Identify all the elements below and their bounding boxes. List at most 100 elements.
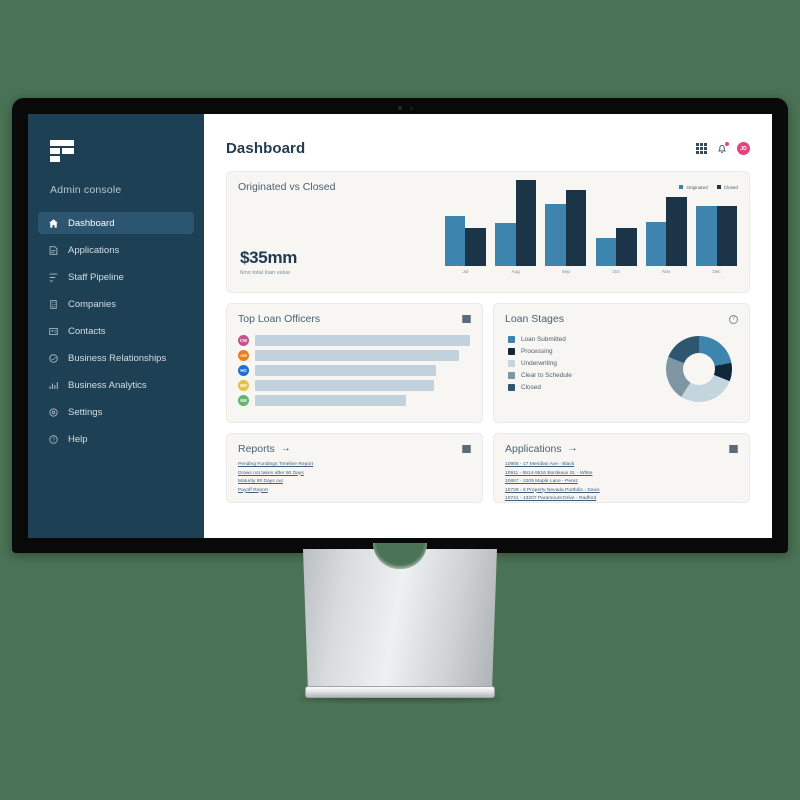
bar-pair [595,180,637,266]
sidebar-item-help[interactable]: ? Help [38,428,194,450]
sidebar-item-contacts[interactable]: Contacts [38,320,194,342]
bar-group: Oct [595,180,637,274]
contact-card-icon [48,326,59,337]
svg-text:?: ? [52,437,55,443]
pipeline-icon [48,272,59,283]
report-link[interactable]: Maturity 90 Days out [238,479,471,484]
list-icon[interactable] [462,315,471,323]
bar-pair [445,180,486,266]
help-circle-icon[interactable]: ? [729,314,738,324]
sidebar-item-label: Help [68,433,88,445]
avatar[interactable]: JD [737,142,750,155]
sidebar-item-label: Business Relationships [68,352,167,364]
reports-title-group[interactable]: Reports → [238,443,291,455]
reports-link-list: Pending Fundings Timeline Report Draws no… [227,455,482,493]
list-icon[interactable] [729,445,738,453]
bar-axis-label: Sep [561,269,570,274]
stage-swatch [508,348,515,355]
card-header: Applications → [494,434,749,455]
sidebar-item-dashboard[interactable]: Dashboard [38,212,194,234]
bar-chart: Jul Aug Sep Oct Nov Dec [445,180,737,274]
bar-closed-sep [565,190,587,266]
sidebar-item-settings[interactable]: Settings [38,401,194,423]
sidebar-item-business-relationships[interactable]: Business Relationships [38,347,194,369]
handshake-icon [48,353,59,364]
main-content: Dashboard JD Originated vs Closed Origin… [204,114,772,538]
stage-label: Loan Submitted [521,336,566,343]
sidebar-item-staff-pipeline[interactable]: Staff Pipeline [38,266,194,288]
application-link[interactable]: 10728 - 6 Property Nevada Portfolio - Da… [505,488,738,493]
card-header: Reports → [227,434,482,455]
bar-originated-sep [545,204,566,266]
sidebar-item-companies[interactable]: Companies [38,293,194,315]
officer-avatar: HO [238,365,249,376]
applications-link-list: 10905 - 17 Meridian Ave - Black 10911 - 5… [494,455,749,501]
card-title: Applications [505,443,562,455]
document-icon [48,245,59,256]
card-title: Reports [238,443,275,455]
hero-metric: $35mm 6mo total loan value [240,248,297,276]
officer-avatar: AM [238,350,249,361]
list-icon[interactable] [462,445,471,453]
officer-row[interactable]: EM [238,395,470,406]
officer-row[interactable]: BM [238,380,470,391]
officer-volume-bar [255,395,406,406]
reports-card: Reports → Pending Fundings Timeline Repo… [226,433,483,503]
application-link[interactable]: 10911 - 5514-5516 Bordeaux St. - White [505,471,738,476]
bar-axis-label: Oct [612,269,620,274]
stage-label: Clear to Schedule [521,372,572,379]
stage-legend-item: Processing [508,348,654,355]
sidebar-item-label: Companies [68,298,117,310]
report-link[interactable]: Payoff Report [238,488,471,493]
monitor-base [305,686,495,698]
bell-icon[interactable] [716,142,729,155]
bar-group: Aug [495,180,537,274]
stage-swatch [508,384,515,391]
sidebar-item-applications[interactable]: Applications [38,239,194,261]
sidebar-item-label: Dashboard [68,217,115,229]
sidebar-item-business-analytics[interactable]: Business Analytics [38,374,194,396]
stage-legend-item: Underwriting [508,360,654,367]
webcam-icon [398,106,402,110]
applications-card: Applications → 10905 - 17 Meridian Ave -… [493,433,750,503]
sidebar-item-label: Staff Pipeline [68,271,124,283]
application-link[interactable]: 10741 - 13207 Paramount Drive - Radford [505,496,738,501]
donut-hole [683,353,715,385]
officer-row[interactable]: AM [238,350,470,361]
sidebar: Admin console Dashboard Applications Sta… [28,114,204,538]
page-title: Dashboard [226,140,306,157]
applications-title-group[interactable]: Applications → [505,443,578,455]
loan-stages-card: Loan Stages ? Loan Submitted Processing Un… [493,303,750,423]
stage-swatch [508,336,515,343]
bar-group: Dec [696,180,737,274]
bar-axis-label: Nov [662,269,671,274]
stage-swatch [508,360,515,367]
brand-logo-icon[interactable] [50,140,74,162]
application-link[interactable]: 10657 - 2209 Maple Lane - Perez [505,479,738,484]
stages-legend: Loan Submitted Processing Underwriting Clea… [508,336,654,402]
report-link[interactable]: Pending Fundings Timeline Report [238,462,471,467]
officer-avatar: EM [238,395,249,406]
officer-volume-bar [255,350,460,361]
row-three: Reports → Pending Fundings Timeline Repo… [226,433,750,503]
sidebar-item-label: Applications [68,244,120,256]
bar-group: Sep [545,180,587,274]
stage-legend-item: Loan Submitted [508,336,654,343]
bar-closed-dec [716,205,737,266]
apps-grid-icon[interactable] [696,143,707,154]
analytics-icon [48,380,59,391]
bar-originated-aug [495,223,516,266]
console-label: Admin console [50,184,122,196]
officer-volume-bar [255,380,434,391]
officer-row[interactable]: CW [238,335,470,346]
bar-pair [645,180,687,266]
report-link[interactable]: Draws not taken after 90 Days [238,471,471,476]
officer-row[interactable]: HO [238,365,470,376]
officer-volume-bar [255,335,470,346]
building-icon [48,299,59,310]
application-link[interactable]: 10905 - 17 Meridian Ave - Black [505,462,738,467]
bar-pair [696,180,737,266]
card-header: Top Loan Officers [227,304,482,325]
arrow-right-icon: → [567,443,578,454]
bar-axis-label: Dec [712,269,721,274]
